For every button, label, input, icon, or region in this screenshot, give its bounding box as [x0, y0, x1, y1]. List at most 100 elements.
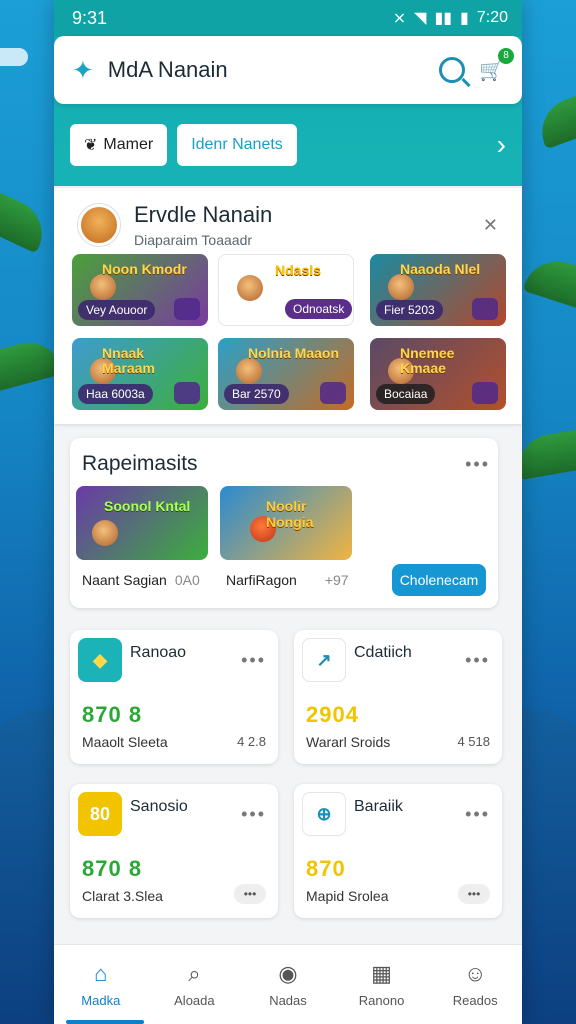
sparkle-icon[interactable]: ✦ [72, 55, 94, 86]
cloud-decoration [0, 48, 28, 66]
palm-right-decoration [532, 70, 576, 150]
nav-label: Ranono [358, 993, 405, 1008]
more-button[interactable]: ••• [458, 884, 490, 904]
stat-footer: Clarat 3.Slea [82, 888, 163, 904]
more-button[interactable]: ••• [234, 884, 266, 904]
stat-value: 4 2.8 [237, 734, 266, 749]
premium-item-label: Naant Sagian 0A0 [82, 572, 200, 588]
stat-value: 4 518 [457, 734, 490, 749]
more-options-icon[interactable]: ••• [241, 804, 266, 825]
tile-title: Naaoda Nlel [400, 261, 481, 277]
stat-footer: Mapid Srolea [306, 888, 389, 904]
mute-icon: ⨯ [392, 10, 407, 27]
more-options-icon[interactable]: ••• [465, 650, 490, 671]
bottom-nav: ⌂ Madka ⌕ Aloada ◉ Nadas ▦ Ranono ☺ Read… [54, 944, 522, 1024]
home-icon: ⌂ [94, 961, 108, 986]
nav-calendar[interactable]: ▦ Ranono [337, 961, 427, 1008]
character-icon [237, 275, 263, 301]
nav-camera[interactable]: ◉ Nadas [243, 961, 333, 1008]
premium-title: Rapeimasits [82, 452, 198, 475]
premium-item-label: NarfiRagon +97 [226, 572, 349, 588]
nav-label: Aloada [174, 993, 215, 1008]
tile-title: Nolnia Maaon [248, 345, 340, 361]
stat-number: 870 8 [82, 856, 143, 881]
app-title: MdA Nanain [107, 57, 228, 82]
game-tile[interactable]: Ndasls Odnoatsk [218, 254, 354, 326]
stat-footer: Wararl Sroids [306, 734, 391, 750]
game-tile[interactable]: Nolnia Maaon Bar 2570 [218, 338, 354, 410]
notification-icon[interactable]: 🛒 8 [479, 47, 514, 83]
filter-chips: ❦ Mamer Idenr Nanets › [70, 124, 506, 166]
more-options-icon[interactable]: ••• [465, 454, 490, 475]
stat-number: 870 [306, 856, 346, 881]
game-tile[interactable]: Noon Kmodr Vey Aouoor [72, 254, 208, 326]
tile-thumb-icon [174, 382, 200, 404]
tile-title: Ndasls [275, 262, 321, 278]
tile-title: Soonol Kntal [104, 498, 191, 514]
globe-icon: ⊕ [302, 792, 346, 836]
badge-icon: 80 [78, 792, 122, 836]
character-icon [236, 358, 262, 384]
search-icon[interactable] [439, 57, 466, 83]
game-tile[interactable]: Nnaak Maraam Haa 6003a [72, 338, 208, 410]
tile-title: Nnaak Maraam [102, 345, 155, 376]
stat-number: 870 8 [82, 702, 143, 727]
chip-idenr-nanets[interactable]: Idenr Nanets [177, 124, 297, 166]
nav-search[interactable]: ⌕ Aloada [149, 961, 239, 1008]
notification-badge: 8 [498, 47, 514, 64]
stat-title: Baraiik [354, 798, 403, 815]
tile-thumb-icon [472, 298, 498, 320]
premium-tile[interactable]: Soonol Kntal [76, 486, 208, 560]
chart-icon: ↗ [302, 638, 346, 682]
stat-card[interactable]: 80 Sanosio ••• 870 8 Clarat 3.Slea ••• [70, 784, 278, 918]
camera-icon: ◉ [278, 961, 298, 986]
stat-card[interactable]: ◆ Ranoao ••• 870 8 Maaolt Sleeta 4 2.8 [70, 630, 278, 764]
featured-section: Ervdle Nanain Diaparaim Toaaadr ✕ Noon K… [54, 188, 522, 424]
stat-title: Ranoao [130, 644, 187, 661]
nav-home[interactable]: ⌂ Madka [56, 961, 146, 1008]
chevron-right-icon[interactable]: › [497, 129, 506, 161]
stat-number: 2904 [306, 702, 359, 727]
premium-tile[interactable]: Noolir Nongia [220, 486, 352, 560]
featured-title: Ervdle Nanain [134, 202, 273, 227]
primary-action-button[interactable]: Cholenecam [392, 564, 486, 596]
tile-title: Nnemee Kmaae [400, 345, 455, 376]
character-icon [90, 274, 116, 300]
game-tile[interactable]: Nnemee Kmaae Bocaiaa [370, 338, 506, 410]
stat-footer: Maaolt Sleeta [82, 734, 168, 750]
chip-label: Mamer [103, 136, 154, 153]
character-icon [92, 520, 118, 546]
game-tile[interactable]: Naaoda Nlel Fier 5203 [370, 254, 506, 326]
tile-thumb-icon [472, 382, 498, 404]
chip-label: Idenr Nanets [191, 136, 283, 153]
avatar[interactable] [78, 204, 120, 246]
featured-subtitle: Diaparaim Toaaadr [134, 232, 253, 248]
tile-pill: Haa 6003a [78, 384, 153, 404]
wifi-icon: ◥ [414, 10, 427, 27]
game-icon: ◆ [78, 638, 122, 682]
tile-pill: Vey Aouoor [78, 300, 156, 320]
signal-icon: ▮▮ [434, 10, 453, 27]
tile-thumb-icon [320, 382, 346, 404]
close-icon[interactable]: ✕ [483, 215, 498, 236]
status-icons: ⨯ ◥ ▮▮ ▮ 7:20 [393, 8, 508, 28]
active-indicator [66, 1020, 144, 1024]
more-options-icon[interactable]: ••• [465, 804, 490, 825]
stat-title: Sanosio [130, 798, 188, 815]
stat-card[interactable]: ↗ Cdatiich ••• 2904 Wararl Sroids 4 518 [294, 630, 502, 764]
stat-title: Cdatiich [354, 644, 412, 661]
leaf-icon: ❦ [84, 137, 98, 154]
chip-mamer[interactable]: ❦ Mamer [70, 124, 168, 166]
profile-icon: ☺ [463, 961, 487, 986]
more-options-icon[interactable]: ••• [241, 650, 266, 671]
status-right-time: 7:20 [476, 9, 508, 26]
premium-section: Rapeimasits ••• Soonol Kntal Noolir Nong… [70, 438, 498, 608]
nav-profile[interactable]: ☺ Reados [430, 961, 520, 1008]
battery-icon: ▮ [460, 10, 469, 27]
tile-pill: Fier 5203 [376, 300, 443, 320]
nav-label: Nadas [269, 993, 307, 1008]
palm-right-decoration [513, 419, 576, 481]
tile-thumb-icon [174, 298, 200, 320]
stat-card[interactable]: ⊕ Baraiik ••• 870 Mapid Srolea ••• [294, 784, 502, 918]
tile-title: Noon Kmodr [102, 261, 187, 277]
